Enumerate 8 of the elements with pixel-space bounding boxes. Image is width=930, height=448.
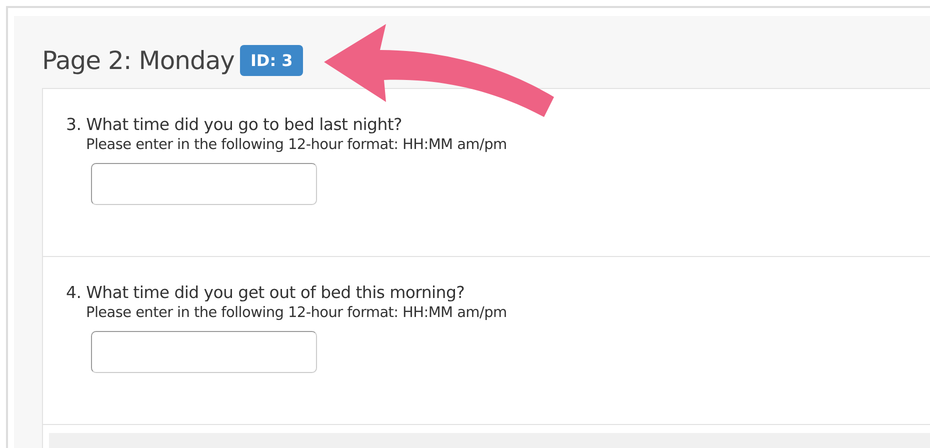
question-hint: Please enter in the following 12-hour format: HH:MM am/pm xyxy=(86,305,508,321)
question-hint: Please enter in the following 12-hour format: HH:MM am/pm xyxy=(86,137,508,153)
question-label: 3. What time did you go to bed last night? xyxy=(66,115,404,134)
id-badge: ID: 3 xyxy=(240,44,303,76)
question-label: 4. What time did you get out of bed this morning? xyxy=(66,283,466,302)
page-title: Page 2: Monday xyxy=(42,46,234,74)
time-input[interactable] xyxy=(91,331,317,373)
time-input[interactable] xyxy=(91,163,317,205)
